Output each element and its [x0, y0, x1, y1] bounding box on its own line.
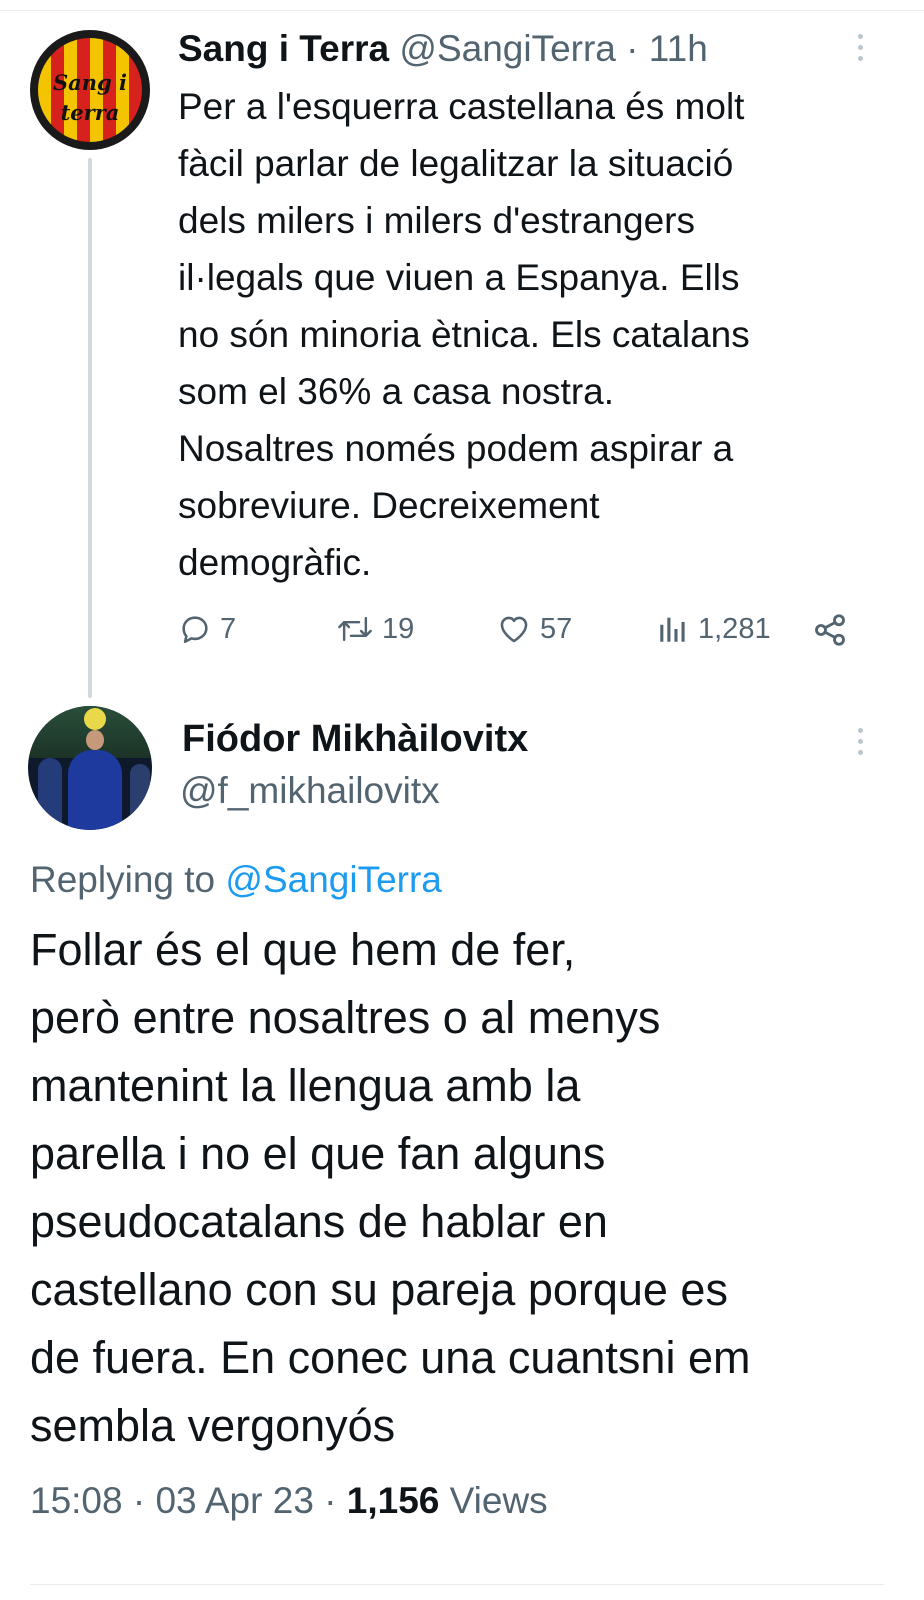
parent-tweet-header: Sang i Terra @SangiTerra · 11h [178, 24, 708, 74]
retweet-count: 19 [382, 612, 415, 645]
reply-date[interactable]: 03 Apr 23 [155, 1480, 313, 1521]
avatar-player [68, 750, 122, 830]
like-icon [500, 616, 528, 643]
meta-separator: · [626, 28, 639, 69]
f-mikhailovitx-avatar[interactable] [28, 706, 152, 830]
avatar-text-line2: terra [60, 100, 120, 125]
like-count: 57 [540, 612, 573, 645]
reply-tweet-footer: 15:08 · 03 Apr 23 · 1,156 Views [30, 1474, 548, 1528]
more-icon[interactable] [856, 728, 864, 758]
reply-handle[interactable]: @f_mikhailovitx [180, 766, 440, 816]
footer-separator: · [324, 1480, 337, 1521]
reply-time[interactable]: 15:08 [30, 1480, 123, 1521]
avatar-text-line1: Sang i [52, 70, 127, 95]
reply-views-count: 1,156 [346, 1480, 440, 1521]
parent-timestamp[interactable]: 11h [649, 28, 708, 69]
avatar-ball [84, 708, 106, 730]
retweet-icon [338, 616, 372, 642]
bottom-divider [30, 1584, 884, 1585]
footer-separator: · [132, 1480, 146, 1521]
share-button[interactable] [812, 612, 848, 648]
more-icon[interactable] [856, 34, 864, 64]
parent-display-name[interactable]: Sang i Terra [178, 28, 389, 69]
replying-prefix: Replying to [30, 859, 216, 900]
retweet-button[interactable]: 19 [336, 612, 414, 646]
parent-tweet-text: Per a l'esquerra castellana és molt fàci… [178, 86, 750, 583]
replying-to: Replying to @SangiTerra [30, 854, 442, 906]
reply-icon [182, 616, 208, 644]
sangiterra-avatar[interactable]: Sang i terra [30, 30, 150, 150]
avatar-figure [130, 764, 150, 824]
senyera-stripes: Sang i terra [38, 38, 142, 142]
avatar-figure [38, 758, 62, 828]
reply-views-label: Views [449, 1480, 548, 1521]
parent-tweet-actions: 7 19 57 1,281 [178, 612, 858, 652]
views-count: 1,281 [698, 612, 771, 645]
top-divider [0, 10, 924, 11]
like-button[interactable]: 57 [496, 612, 572, 646]
views-icon [660, 617, 685, 642]
reply-display-name[interactable]: Fiódor Mikhàilovitx [182, 714, 528, 764]
avatar-player-head [86, 730, 104, 750]
views-button[interactable]: 1,281 [656, 612, 771, 646]
parent-handle[interactable]: @SangiTerra [399, 28, 616, 69]
reply-count: 7 [220, 612, 237, 645]
share-icon [815, 614, 845, 646]
reply-tweet-text: Follar és el que hem de fer, però entre … [30, 924, 751, 1451]
reply-button[interactable]: 7 [178, 612, 236, 646]
thread-line [88, 158, 92, 698]
replying-mention-link[interactable]: @SangiTerra [225, 859, 442, 900]
